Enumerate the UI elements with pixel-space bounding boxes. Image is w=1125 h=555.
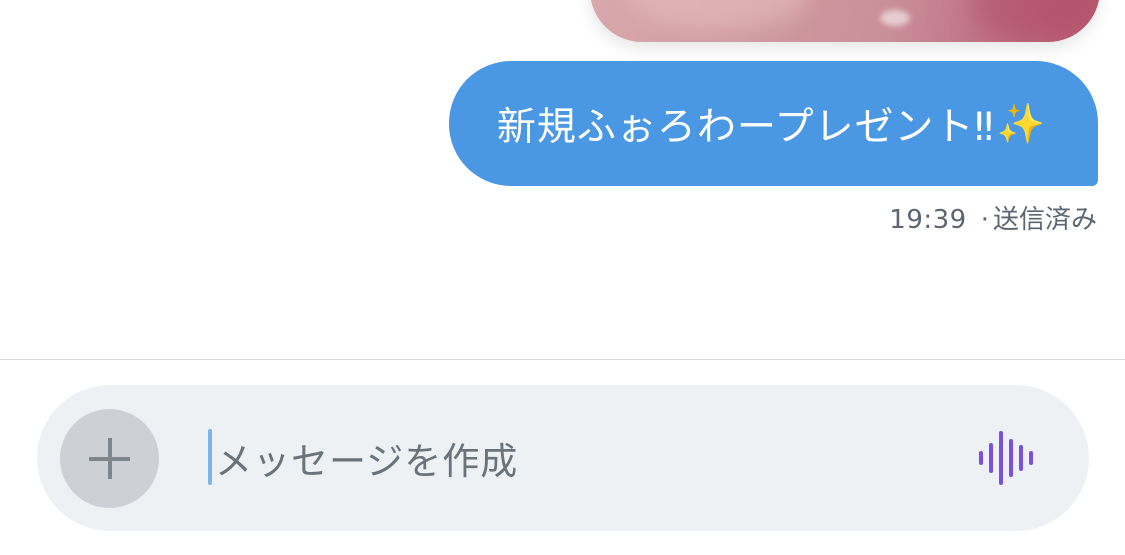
text-cursor [208,429,212,485]
meta-separator: · [980,205,989,235]
image-content [970,0,1090,40]
message-text: 新規ふぉろわープレゼント‼︎ [496,104,995,150]
image-content [880,10,910,26]
message-composer: メッセージを作成 [37,385,1089,531]
image-content [630,0,810,30]
voice-waveform-icon[interactable] [977,429,1035,487]
dm-conversation-screen: 新規ふぉろわープレゼント‼︎ ✨ 19:39 · 送信済み メッセージを作成 [0,0,1125,555]
add-attachment-button[interactable] [60,409,159,508]
sent-message-bubble[interactable]: 新規ふぉろわープレゼント‼︎ ✨ [448,61,1098,186]
message-status: 送信済み [992,205,1097,235]
image-attachment[interactable] [590,0,1100,42]
message-input[interactable]: メッセージを作成 [215,431,518,485]
message-meta: 19:39 · 送信済み [889,199,1097,236]
message-timestamp: 19:39 [889,205,967,235]
sparkles-emoji: ✨ [996,101,1046,147]
plus-icon [108,438,112,479]
divider [0,359,1125,360]
